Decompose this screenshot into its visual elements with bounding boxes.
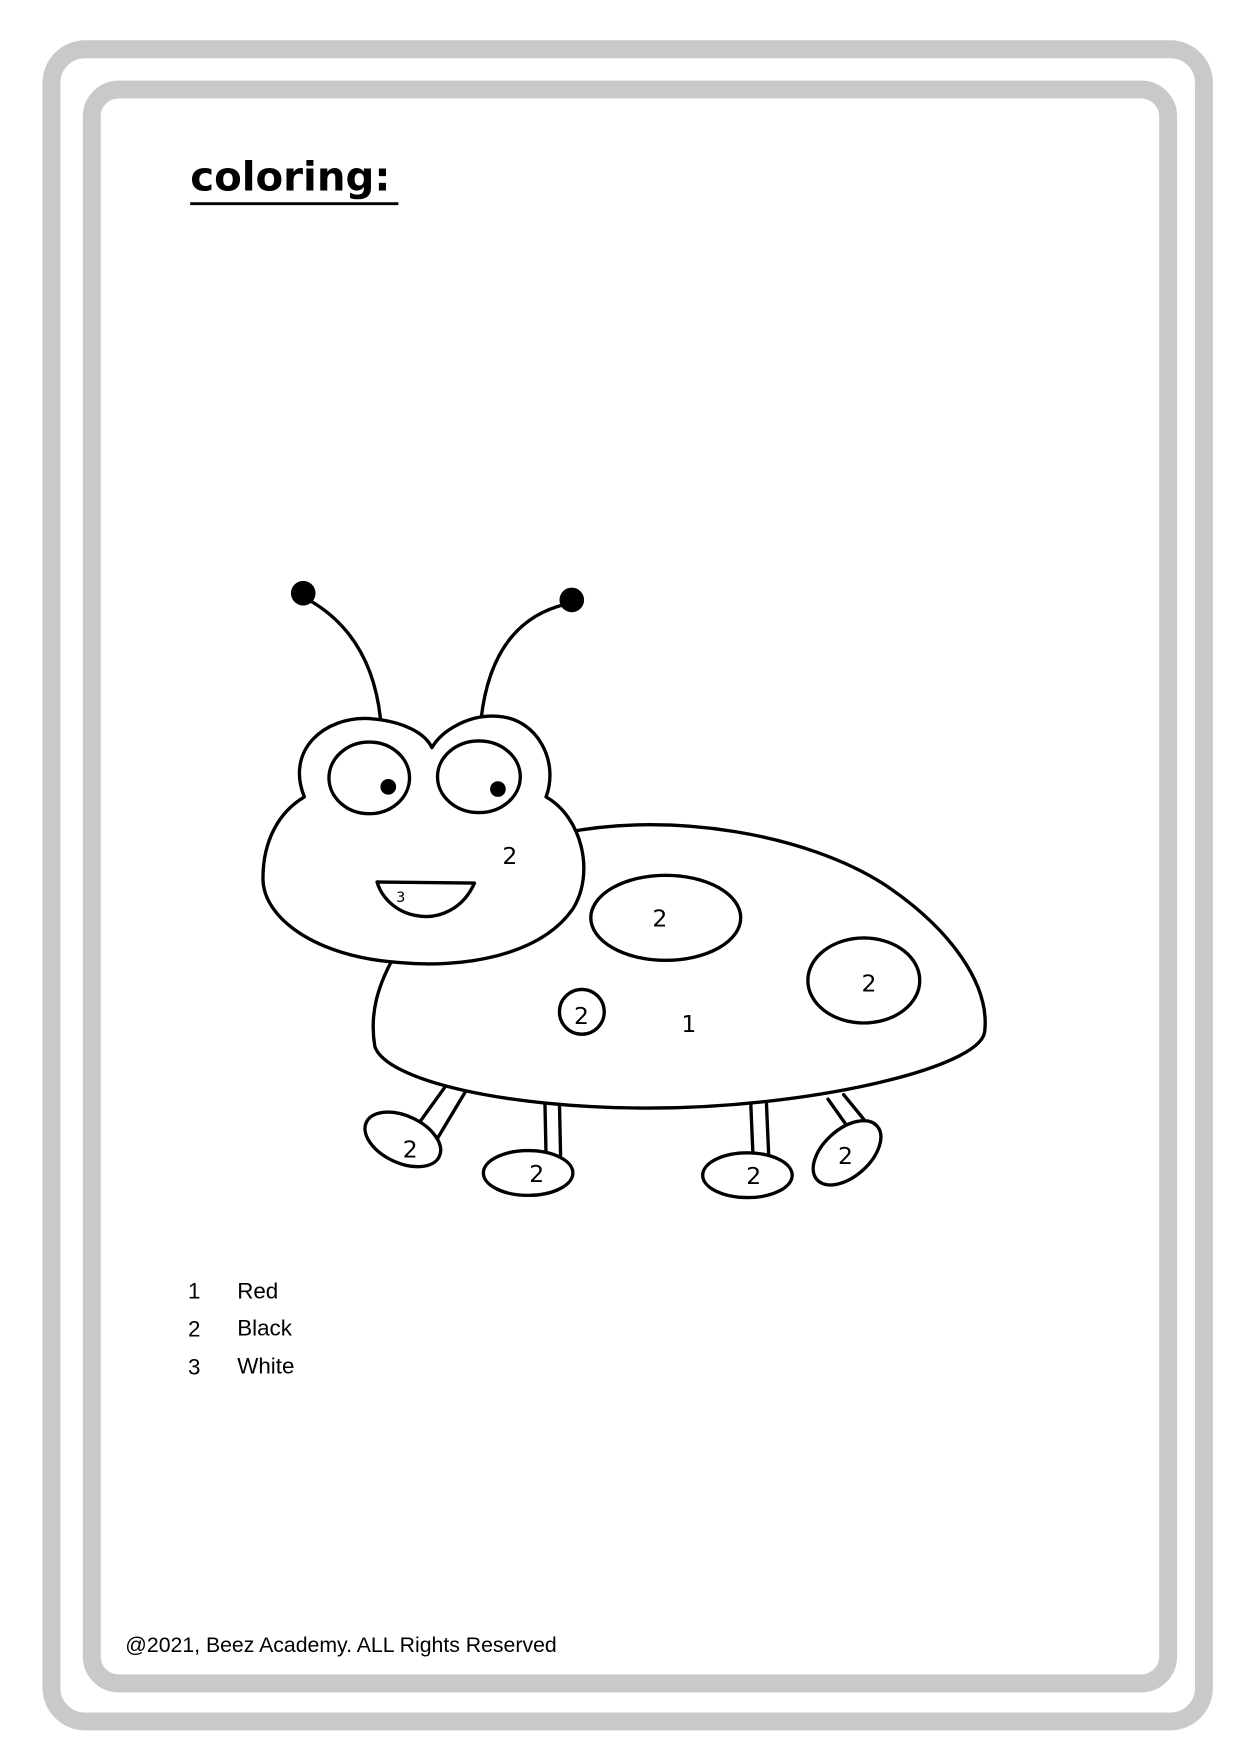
legend-number: 2 (188, 1316, 200, 1341)
antenna-left-tip (290, 580, 316, 606)
antenna-left (307, 598, 383, 721)
label-mouth: 3 (396, 890, 405, 906)
page-title: coloring: (190, 154, 390, 200)
pupil-right (490, 781, 506, 797)
label-spot-top: 2 (652, 905, 667, 933)
legend-color: Black (237, 1315, 293, 1340)
legend-color: White (237, 1353, 294, 1378)
antenna-right (479, 602, 567, 721)
leg-front-right (749, 1101, 771, 1159)
eye-left (327, 740, 412, 816)
label-foot-back-right: 2 (838, 1142, 853, 1170)
eye-right (435, 739, 522, 815)
legend-color: Red (237, 1278, 278, 1303)
antenna-right-tip (559, 587, 585, 613)
label-spot-small: 2 (574, 1002, 589, 1030)
label-foot-front-left: 2 (529, 1160, 544, 1188)
ladybug-head (261, 714, 586, 966)
worksheet-page: coloring: 2 3 2 2 2 1 2 2 2 2 1 Red 2 Bl… (42, 40, 1213, 1731)
legend-row: 2 Black (188, 1315, 293, 1341)
label-spot-right: 2 (862, 970, 877, 998)
legend-row: 1 Red (188, 1278, 278, 1303)
label-head: 2 (502, 842, 517, 870)
foot-front-left (481, 1148, 575, 1198)
legend-number: 3 (188, 1354, 200, 1379)
ladybug-drawing: 2 3 2 2 2 1 2 2 2 2 (261, 580, 987, 1200)
legend-row: 3 White (188, 1353, 294, 1379)
antennae (290, 580, 585, 721)
label-foot-back-left: 2 (403, 1135, 418, 1163)
label-foot-front-right: 2 (746, 1162, 761, 1190)
color-legend: 1 Red 2 Black 3 White (188, 1278, 294, 1379)
legend-number: 1 (188, 1278, 200, 1303)
leg-front-left (543, 1099, 563, 1157)
copyright-footer: @2021, Beez Academy. ALL Rights Reserved (125, 1633, 556, 1657)
pupil-left (380, 779, 397, 795)
label-body: 1 (681, 1010, 696, 1038)
